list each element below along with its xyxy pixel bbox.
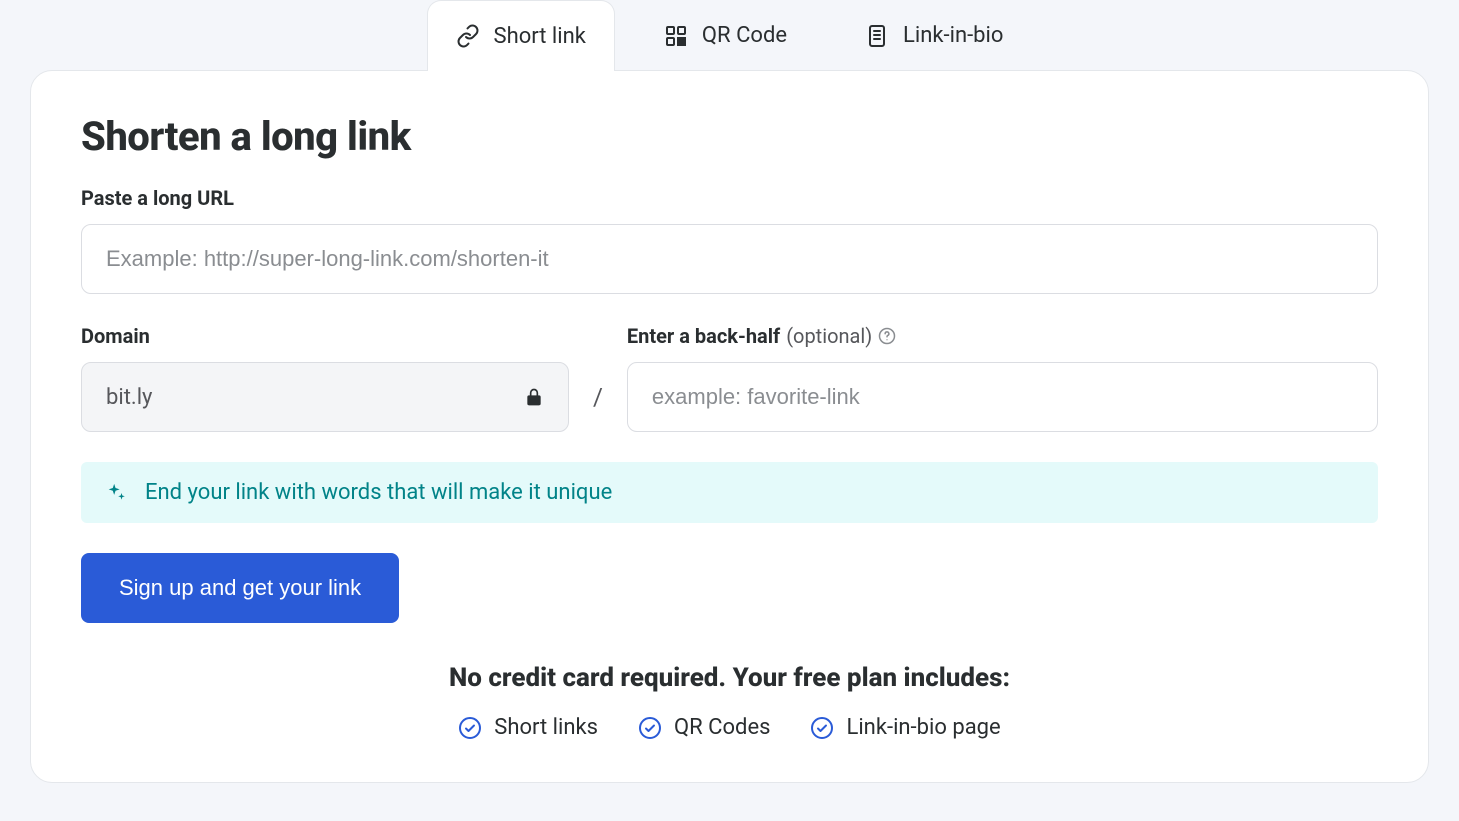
tab-label: QR Code xyxy=(702,23,787,48)
qr-icon xyxy=(664,24,688,48)
help-icon[interactable] xyxy=(878,327,896,345)
tab-short-link[interactable]: Short link xyxy=(427,0,615,71)
page-heading: Shorten a long link xyxy=(81,113,1378,160)
page-icon xyxy=(865,24,889,48)
feature-qr-codes: QR Codes xyxy=(638,715,770,740)
tip-text: End your link with words that will make … xyxy=(145,480,612,505)
backhalf-label-text: Enter a back-half xyxy=(627,324,780,348)
tab-label: Short link xyxy=(494,24,586,49)
domain-value: bit.ly xyxy=(106,385,152,410)
separator: / xyxy=(593,362,603,432)
url-field-group: Paste a long URL xyxy=(81,186,1378,294)
check-icon xyxy=(810,716,834,740)
feature-label: QR Codes xyxy=(674,715,770,740)
domain-field-label: Domain xyxy=(81,324,569,348)
check-icon xyxy=(638,716,662,740)
feature-short-links: Short links xyxy=(458,715,598,740)
footer-heading: No credit card required. Your free plan … xyxy=(81,663,1378,693)
backhalf-optional-text: (optional) xyxy=(786,324,872,348)
features-row: Short links QR Codes Link-in-bio page xyxy=(81,715,1378,740)
tab-label: Link-in-bio xyxy=(903,23,1003,48)
tabs-row: Short link QR Code Link-in-bio xyxy=(30,0,1429,71)
backhalf-field-group: Enter a back-half (optional) xyxy=(627,324,1378,432)
domain-backhalf-row: Domain bit.ly / Enter a back-half (optio… xyxy=(81,324,1378,432)
backhalf-field-label: Enter a back-half (optional) xyxy=(627,324,1378,348)
signup-button[interactable]: Sign up and get your link xyxy=(81,553,399,623)
tip-bar: End your link with words that will make … xyxy=(81,462,1378,523)
domain-select[interactable]: bit.ly xyxy=(81,362,569,432)
backhalf-input[interactable] xyxy=(627,362,1378,432)
url-input[interactable] xyxy=(81,224,1378,294)
link-icon xyxy=(456,24,480,48)
domain-field-group: Domain bit.ly xyxy=(81,324,569,432)
sparkle-icon xyxy=(105,482,127,504)
lock-icon xyxy=(524,387,544,407)
tab-qr-code[interactable]: QR Code xyxy=(635,0,816,71)
feature-label: Short links xyxy=(494,715,598,740)
feature-link-in-bio: Link-in-bio page xyxy=(810,715,1000,740)
tab-link-in-bio[interactable]: Link-in-bio xyxy=(836,0,1032,71)
feature-label: Link-in-bio page xyxy=(846,715,1000,740)
main-card: Shorten a long link Paste a long URL Dom… xyxy=(30,70,1429,783)
url-field-label: Paste a long URL xyxy=(81,186,1378,210)
check-icon xyxy=(458,716,482,740)
